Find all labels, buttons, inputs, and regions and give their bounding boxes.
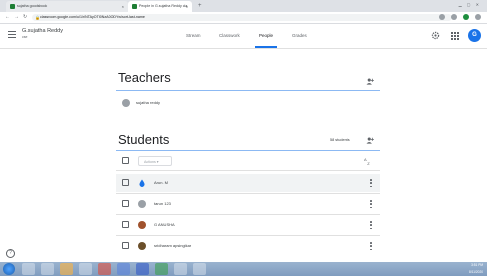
student-name: Arun. M — [154, 180, 169, 185]
address-bar-row: ← → ↻ 🔒 classroom.google.com/u/1/r/NTAyO… — [0, 12, 487, 24]
extension-icon[interactable] — [451, 14, 457, 20]
student-name: tarun 123 — [154, 201, 171, 206]
student-checkbox[interactable] — [122, 200, 129, 207]
lock-icon: 🔒 — [35, 15, 40, 20]
os-taskbar: 3:51 PM 8/11/2020 — [0, 262, 487, 276]
sort-az-icon[interactable]: A Z — [364, 157, 372, 165]
new-tab-icon[interactable]: + — [198, 1, 202, 11]
student-avatar-drop-icon — [139, 179, 145, 187]
actions-dropdown[interactable]: Actions ▾ — [138, 156, 172, 166]
forward-icon[interactable]: → — [14, 12, 19, 23]
taskbar-media-icon[interactable] — [79, 263, 92, 275]
students-title: Students — [118, 132, 170, 147]
teachers-divider — [116, 90, 380, 91]
star-icon[interactable] — [439, 14, 445, 20]
student-checkbox[interactable] — [122, 221, 129, 228]
clock-time: 3:51 PM — [471, 263, 483, 267]
more-options-icon[interactable] — [370, 221, 372, 229]
settings-gear-icon[interactable] — [431, 31, 440, 40]
close-tab-icon[interactable]: × — [122, 1, 124, 12]
svg-text:Z: Z — [367, 161, 370, 165]
classroom-favicon-icon — [132, 4, 137, 9]
main-menu-icon[interactable] — [8, 31, 16, 39]
row-divider — [116, 193, 380, 194]
taskbar-app-icon[interactable] — [98, 263, 111, 275]
taskbar-display-icon[interactable] — [174, 263, 187, 275]
classroom-header: G.sujatha Reddy cse Stream Classwork Peo… — [0, 24, 487, 49]
classroom-favicon-icon — [10, 4, 15, 9]
row-divider — [116, 170, 380, 171]
system-clock[interactable]: 3:51 PM 8/11/2020 — [469, 262, 483, 276]
more-options-icon[interactable] — [370, 179, 372, 187]
student-name: sridharam apsingikar — [154, 243, 192, 248]
invite-students-icon[interactable] — [366, 137, 374, 144]
browser-tab-1[interactable]: sujatha goodsbook × — [6, 1, 128, 12]
clock-date: 8/11/2020 — [469, 270, 483, 274]
taskbar-explorer-icon[interactable] — [22, 263, 35, 275]
tab-classwork[interactable]: Classwork — [219, 24, 240, 48]
student-row[interactable]: sridharam apsingikar — [116, 237, 380, 255]
student-checkbox[interactable] — [122, 179, 129, 186]
help-icon[interactable]: ? — [6, 249, 15, 258]
teacher-name: sujatha reddy — [136, 100, 161, 105]
close-tab-icon[interactable]: × — [186, 1, 188, 12]
profile-icon[interactable] — [463, 14, 469, 20]
more-options-icon[interactable] — [370, 200, 372, 208]
taskbar-browser-icon[interactable] — [117, 263, 130, 275]
tab-title: sujatha goodsbook — [17, 4, 48, 8]
tab-grades[interactable]: Grades — [292, 24, 307, 48]
invite-teacher-icon[interactable] — [366, 78, 374, 85]
class-section: cse — [22, 35, 28, 39]
taskbar-chrome-icon[interactable] — [60, 263, 73, 275]
row-divider — [116, 214, 380, 215]
apps-grid-icon[interactable] — [451, 32, 459, 40]
student-row[interactable]: Arun. M — [116, 174, 380, 192]
student-avatar — [138, 200, 146, 208]
class-name[interactable]: G.sujatha Reddy — [22, 28, 63, 34]
tab-people[interactable]: People — [254, 24, 278, 48]
student-name: G ANUSHA — [154, 222, 175, 227]
browser-menu-icon[interactable] — [475, 14, 481, 20]
select-all-checkbox[interactable] — [122, 157, 129, 164]
teacher-avatar — [122, 99, 130, 107]
student-avatar — [138, 221, 146, 229]
window-controls[interactable]: ▁ ▢ ✕ — [459, 0, 481, 10]
browser-tab-strip: sujatha goodsbook × People in G.sujatha … — [0, 0, 487, 12]
taskbar-word-icon[interactable] — [136, 263, 149, 275]
students-count: 58 students — [330, 138, 350, 142]
tab-title: People in G.sujatha Reddy cla — [139, 4, 188, 8]
start-button-icon[interactable] — [3, 263, 15, 275]
teachers-title: Teachers — [118, 70, 171, 85]
student-avatar — [138, 242, 146, 250]
students-toolbar: Actions ▾ A Z — [116, 152, 380, 170]
teacher-row: sujatha reddy — [116, 94, 380, 112]
student-row[interactable]: tarun 123 — [116, 195, 380, 213]
student-checkbox[interactable] — [122, 242, 129, 249]
more-options-icon[interactable] — [370, 242, 372, 250]
tab-stream[interactable]: Stream — [186, 24, 201, 48]
students-divider — [116, 150, 380, 151]
taskbar-folder-icon[interactable] — [41, 263, 54, 275]
taskbar-excel-icon[interactable] — [155, 263, 168, 275]
account-avatar[interactable]: G — [468, 29, 481, 42]
student-row[interactable]: G ANUSHA — [116, 216, 380, 234]
back-icon[interactable]: ← — [5, 12, 10, 23]
browser-tab-2[interactable]: People in G.sujatha Reddy cla × — [128, 1, 192, 12]
taskbar-paint-icon[interactable] — [193, 263, 206, 275]
url-bar[interactable]: 🔒 classroom.google.com/u/1/r/NTAyOTI0NzA… — [32, 14, 452, 21]
row-divider — [116, 235, 380, 236]
url-text: classroom.google.com/u/1/r/NTAyOTI0NzA0O… — [40, 15, 145, 19]
reload-icon[interactable]: ↻ — [23, 12, 27, 23]
